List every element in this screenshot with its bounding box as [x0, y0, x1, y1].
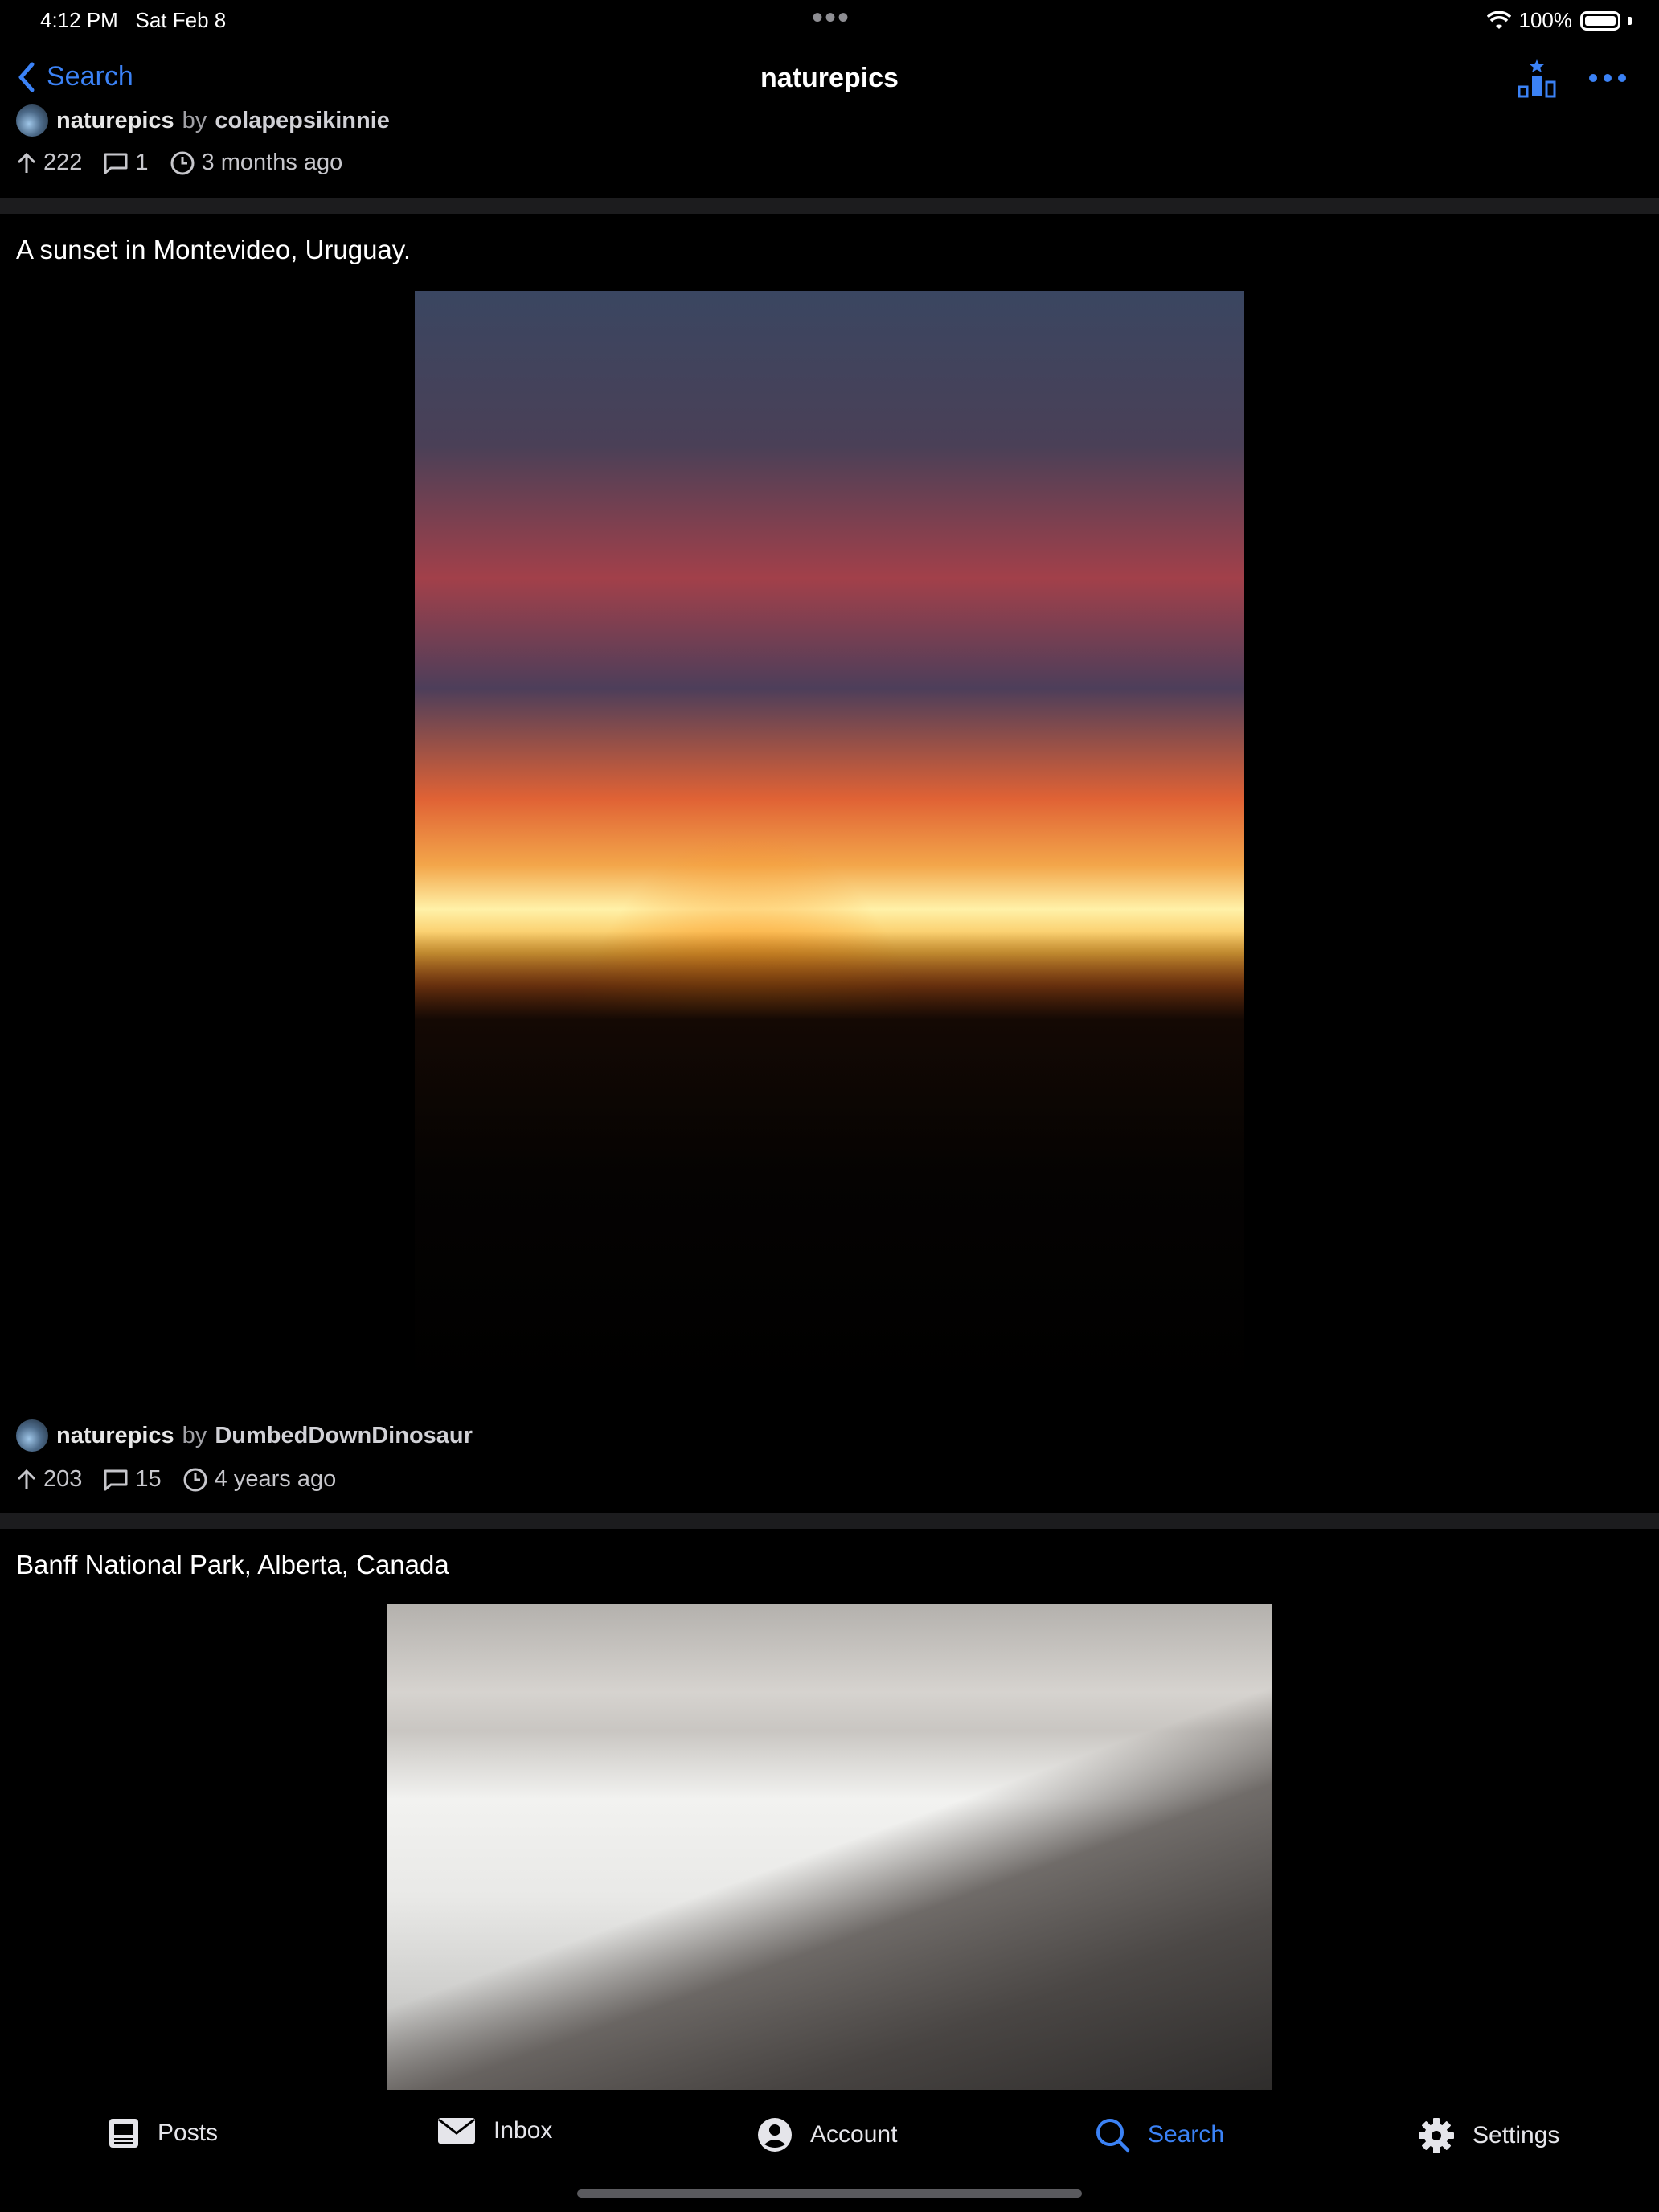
- upvote-stat[interactable]: 203: [16, 1466, 82, 1493]
- more-options-icon[interactable]: [1588, 72, 1627, 84]
- gear-icon: [1419, 2118, 1454, 2153]
- age-stat: 3 months ago: [170, 150, 342, 176]
- post-image-mountains[interactable]: [387, 1604, 1272, 2091]
- multitasking-dots-icon[interactable]: •••: [812, 0, 850, 36]
- community-name[interactable]: naturepics: [56, 108, 174, 134]
- person-circle-icon: [758, 2118, 792, 2152]
- page-title: naturepics: [760, 63, 899, 93]
- community-avatar: [16, 104, 48, 137]
- comments-stat[interactable]: 15: [103, 1466, 162, 1493]
- community-name[interactable]: naturepics: [56, 1423, 174, 1449]
- wifi-icon: [1486, 10, 1511, 29]
- home-indicator[interactable]: [577, 2189, 1082, 2198]
- tab-search[interactable]: Search: [1095, 2117, 1224, 2153]
- comments-stat[interactable]: 1: [103, 150, 149, 176]
- upvote-arrow-icon: [17, 152, 36, 173]
- post-stats: 222 1 3 months ago: [16, 150, 363, 176]
- author-name[interactable]: colapepsikinnie: [215, 108, 390, 134]
- clock-icon: [170, 151, 195, 174]
- tab-inbox[interactable]: Inbox: [437, 2117, 552, 2144]
- nav-actions: [1518, 58, 1627, 98]
- upvote-stat[interactable]: 222: [16, 150, 82, 176]
- author-name[interactable]: DumbedDownDinosaur: [215, 1423, 473, 1449]
- post-stats: 203 15 4 years ago: [16, 1466, 357, 1493]
- comment-bubble-icon: [104, 1469, 128, 1490]
- community-avatar: [16, 1419, 48, 1452]
- search-icon: [1096, 2119, 1130, 2153]
- post-meta[interactable]: naturepics by colapepsikinnie: [16, 104, 390, 137]
- post-meta[interactable]: naturepics by DumbedDownDinosaur: [16, 1419, 473, 1452]
- sort-ranking-icon[interactable]: [1518, 58, 1556, 98]
- post-title[interactable]: Banff National Park, Alberta, Canada: [16, 1550, 449, 1580]
- comment-bubble-icon: [104, 153, 128, 174]
- battery-percent: 100%: [1518, 8, 1573, 32]
- post-divider: [0, 1513, 1659, 1529]
- battery-icon: [1580, 10, 1620, 31]
- tab-posts[interactable]: Posts: [108, 2117, 218, 2149]
- status-time: 4:12 PM Sat Feb 8: [40, 8, 227, 32]
- upvote-arrow-icon: [17, 1469, 36, 1489]
- tab-account[interactable]: Account: [757, 2117, 897, 2153]
- post-image-sunset[interactable]: [415, 291, 1244, 1395]
- post-divider: [0, 198, 1659, 214]
- posts-icon: [109, 2119, 138, 2148]
- status-bar: 4:12 PM Sat Feb 8 ••• 100%: [0, 0, 1659, 42]
- clock-icon: [183, 1468, 207, 1491]
- status-right: 100%: [1486, 8, 1632, 33]
- age-stat: 4 years ago: [182, 1466, 336, 1493]
- envelope-icon: [438, 2118, 475, 2144]
- navigation-bar: Search naturepics: [0, 48, 1659, 113]
- post-title[interactable]: A sunset in Montevideo, Uruguay.: [16, 235, 411, 265]
- tab-settings[interactable]: Settings: [1418, 2117, 1559, 2154]
